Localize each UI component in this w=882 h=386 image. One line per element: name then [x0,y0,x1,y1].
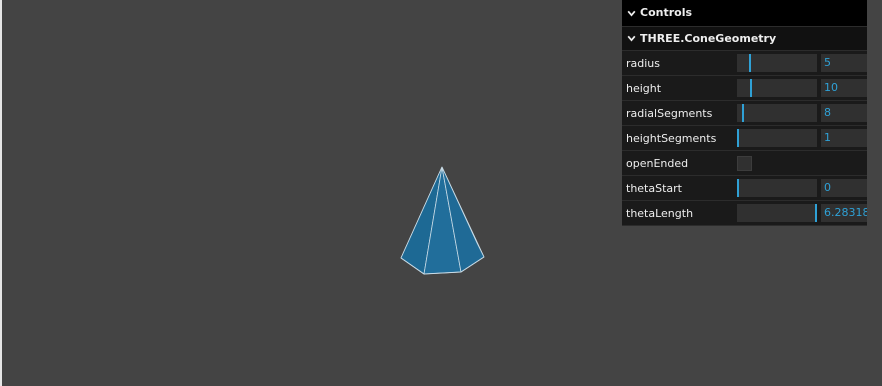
cone-mesh [400,166,485,275]
param-row-height: height 10 [622,76,867,101]
controls-header[interactable]: Controls [622,0,867,27]
param-label: openEnded [626,156,689,170]
slider-marker [742,104,744,122]
heightsegments-slider[interactable] [737,129,817,147]
param-row-heightsegments: heightSegments 1 [622,126,867,151]
controls-title: Controls [640,6,693,19]
openended-checkbox[interactable] [737,155,752,171]
controls-panel: Controls THREE.ConeGeometry radius 5 hei… [622,0,867,226]
param-label: radius [626,56,661,70]
radius-slider[interactable] [737,54,817,72]
param-row-thetastart: thetaStart 0 [622,176,867,201]
slider-marker [737,129,739,147]
param-label: radialSegments [626,106,713,120]
heightsegments-input[interactable]: 1 [821,129,867,147]
height-slider[interactable] [737,79,817,97]
radius-input[interactable]: 5 [821,54,867,72]
chevron-down-icon [627,10,636,17]
param-row-radius: radius 5 [622,51,867,76]
param-label: thetaStart [626,181,682,195]
thetastart-input[interactable]: 0 [821,179,867,197]
param-label: heightSegments [626,131,717,145]
slider-marker [737,179,739,197]
geometry-folder-header[interactable]: THREE.ConeGeometry [622,27,867,51]
param-row-thetalength: thetaLength 6.283185 [622,201,867,226]
height-input[interactable]: 10 [821,79,867,97]
chevron-down-icon [627,35,636,42]
thetastart-slider[interactable] [737,179,817,197]
radialsegments-slider[interactable] [737,104,817,122]
thetalength-slider[interactable] [737,204,817,222]
slider-marker [749,54,751,72]
radialsegments-input[interactable]: 8 [821,104,867,122]
param-row-openended: openEnded [622,151,867,176]
thetalength-input[interactable]: 6.283185 [821,204,867,222]
param-label: height [626,81,662,95]
geometry-folder-title: THREE.ConeGeometry [640,32,777,45]
param-label: thetaLength [626,206,694,220]
slider-marker [815,204,817,222]
slider-marker [750,79,752,97]
param-row-radialsegments: radialSegments 8 [622,101,867,126]
